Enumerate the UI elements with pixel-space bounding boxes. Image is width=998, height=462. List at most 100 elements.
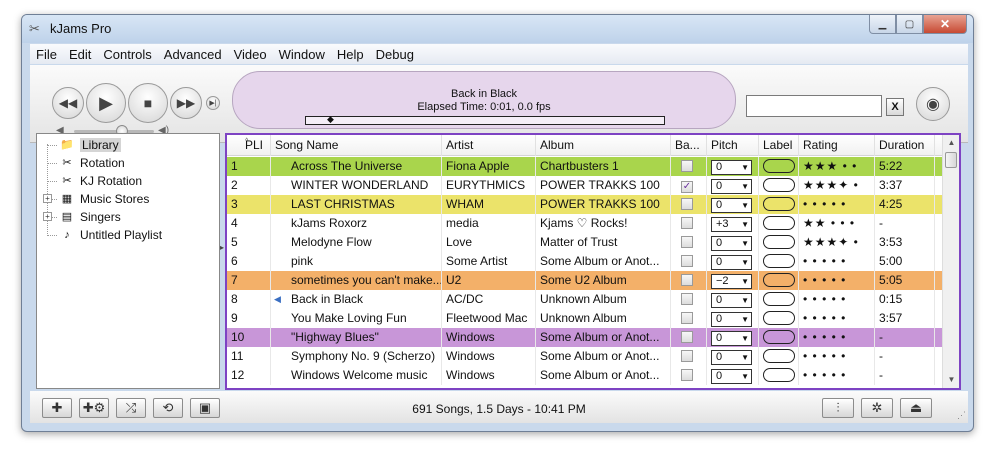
table-row[interactable]: 4 kJams Roxorz mediaKjams ♡ Rocks! +3 ★★ • •… bbox=[227, 214, 943, 233]
rating-stars[interactable]: • • • • • bbox=[799, 271, 875, 290]
menu-controls[interactable]: Controls bbox=[97, 47, 157, 62]
splitter-grip-icon[interactable]: ▸ bbox=[220, 243, 224, 252]
table-row[interactable]: 1 Across The Universe Fiona Apple Chartbust… bbox=[227, 157, 943, 176]
pitch-dropdown[interactable]: −2 bbox=[711, 274, 752, 289]
menu-file[interactable]: File bbox=[30, 47, 63, 62]
tree-expand-icon[interactable]: + bbox=[43, 212, 52, 221]
rating-stars[interactable]: ★★★✦ • bbox=[799, 176, 875, 195]
visualizer-button[interactable]: ◉ bbox=[916, 87, 950, 121]
pitch-dropdown[interactable]: 0 bbox=[711, 350, 752, 365]
label-color-swatch[interactable] bbox=[763, 254, 795, 268]
playhead-diamond-icon[interactable]: ◆ bbox=[327, 114, 334, 125]
pitch-dropdown[interactable]: 0 bbox=[711, 160, 752, 175]
rating-stars[interactable]: ★★★ • • bbox=[799, 157, 875, 176]
label-color-swatch[interactable] bbox=[763, 178, 795, 192]
sidebar-item-rotation[interactable]: ✂ Rotation bbox=[59, 154, 124, 172]
background-checkbox[interactable] bbox=[681, 312, 693, 324]
pitch-dropdown[interactable]: 0 bbox=[711, 293, 752, 308]
label-color-swatch[interactable] bbox=[763, 216, 795, 230]
search-clear-button[interactable]: X bbox=[886, 98, 904, 116]
rating-stars[interactable]: • • • • • bbox=[799, 309, 875, 328]
maximize-button[interactable]: ▢ bbox=[896, 15, 923, 34]
menu-window[interactable]: Window bbox=[273, 47, 331, 62]
rating-stars[interactable]: ★★ • • • bbox=[799, 214, 875, 233]
menu-debug[interactable]: Debug bbox=[370, 47, 420, 62]
label-color-swatch[interactable] bbox=[763, 311, 795, 325]
column-header-pitch[interactable]: Pitch bbox=[707, 135, 759, 156]
scroll-up-icon[interactable]: ▲ bbox=[943, 135, 959, 151]
menu-edit[interactable]: Edit bbox=[63, 47, 97, 62]
table-row[interactable]: 10 "Highway Blues" Windows Some Album or An… bbox=[227, 328, 943, 347]
label-color-swatch[interactable] bbox=[763, 235, 795, 249]
sidebar-item-music-stores[interactable]: ▦ Music Stores bbox=[59, 190, 150, 208]
rating-stars[interactable]: • • • • • bbox=[799, 195, 875, 214]
background-checkbox[interactable]: ✓ bbox=[681, 181, 693, 193]
sidebar-item-kj-rotation[interactable]: ✂ KJ Rotation bbox=[59, 172, 142, 190]
pitch-dropdown[interactable]: +3 bbox=[711, 217, 752, 232]
pitch-dropdown[interactable]: 0 bbox=[711, 198, 752, 213]
fast-forward-button[interactable]: ▶▶ bbox=[170, 87, 202, 119]
table-row[interactable]: 9 You Make Loving Fun Fleetwood Mac Unknown… bbox=[227, 309, 943, 328]
pitch-dropdown[interactable]: 0 bbox=[711, 331, 752, 346]
rating-stars[interactable]: • • • • • bbox=[799, 328, 875, 347]
equalizer-button[interactable]: ⫶ bbox=[822, 398, 854, 418]
menu-help[interactable]: Help bbox=[331, 47, 370, 62]
label-color-swatch[interactable] bbox=[763, 273, 795, 287]
search-input[interactable] bbox=[746, 95, 882, 117]
title-bar[interactable]: ✂ kJams Pro ▁ ▢ ✕ bbox=[22, 15, 973, 43]
resize-grip-icon[interactable]: ⋰ bbox=[957, 410, 966, 421]
rating-stars[interactable]: ★★★✦ • bbox=[799, 233, 875, 252]
background-checkbox[interactable] bbox=[681, 293, 693, 305]
playback-progress-bar[interactable]: ◆ bbox=[305, 114, 665, 125]
rewind-button[interactable]: ◀◀ bbox=[52, 87, 84, 119]
pitch-dropdown[interactable]: 0 bbox=[711, 369, 752, 384]
table-row[interactable]: 5 Melodyne Flow LoveMatter of Trust 0 ★★★✦ •… bbox=[227, 233, 943, 252]
label-color-swatch[interactable] bbox=[763, 330, 795, 344]
table-row[interactable]: 12 Windows Welcome music Windows Some Album… bbox=[227, 366, 943, 385]
label-color-swatch[interactable] bbox=[763, 349, 795, 363]
pitch-dropdown[interactable]: 0 bbox=[711, 236, 752, 251]
rating-stars[interactable]: • • • • • bbox=[799, 366, 875, 385]
background-checkbox[interactable] bbox=[681, 350, 693, 362]
table-row[interactable]: 7 sometimes you can't make... U2 Some U2 Al… bbox=[227, 271, 943, 290]
close-window-button[interactable]: ✕ bbox=[923, 15, 967, 34]
table-row[interactable]: 8◀ Back in Black AC/DCUnknown Album 0 • • • … bbox=[227, 290, 943, 309]
sidebar-item-singers[interactable]: ▤ Singers bbox=[59, 208, 121, 226]
background-checkbox[interactable] bbox=[681, 217, 693, 229]
scroll-down-icon[interactable]: ▼ bbox=[943, 372, 959, 388]
label-color-swatch[interactable] bbox=[763, 368, 795, 382]
column-header-pli[interactable]: PLI ^ bbox=[227, 135, 271, 156]
background-checkbox[interactable] bbox=[681, 198, 693, 210]
column-header-song-name[interactable]: Song Name bbox=[271, 135, 442, 156]
sidebar-item-library[interactable]: 📁 Library bbox=[59, 136, 121, 154]
table-row[interactable]: 11 Symphony No. 9 (Scherzo) Windows Some Al… bbox=[227, 347, 943, 366]
menu-advanced[interactable]: Advanced bbox=[158, 47, 228, 62]
background-checkbox[interactable] bbox=[681, 331, 693, 343]
column-header-album[interactable]: Album bbox=[536, 135, 671, 156]
pitch-dropdown[interactable]: 0 bbox=[711, 255, 752, 270]
background-checkbox[interactable] bbox=[681, 274, 693, 286]
background-checkbox[interactable] bbox=[681, 369, 693, 381]
sidebar-item-untitled-playlist[interactable]: ♪ Untitled Playlist bbox=[59, 226, 162, 244]
rating-stars[interactable]: • • • • • bbox=[799, 347, 875, 366]
table-scrollbar[interactable]: ▲ ▼ bbox=[942, 135, 959, 388]
table-row[interactable]: 6 pink Some ArtistSome Album or Anot... 0 • … bbox=[227, 252, 943, 271]
rating-stars[interactable]: • • • • • bbox=[799, 252, 875, 271]
scroll-thumb[interactable] bbox=[945, 152, 957, 168]
column-header-duration[interactable]: Duration bbox=[875, 135, 935, 156]
label-color-swatch[interactable] bbox=[763, 292, 795, 306]
table-row[interactable]: 3 LAST CHRISTMAS WHAMPOWER TRAKKS 100 0 • • … bbox=[227, 195, 943, 214]
column-header-label[interactable]: Label bbox=[759, 135, 799, 156]
background-checkbox[interactable] bbox=[681, 255, 693, 267]
visual-effects-button[interactable]: ✲ bbox=[861, 398, 893, 418]
skip-next-button[interactable]: ▶| bbox=[206, 96, 220, 110]
pitch-dropdown[interactable]: 0 bbox=[711, 179, 752, 194]
pitch-dropdown[interactable]: 0 bbox=[711, 312, 752, 327]
column-header-background[interactable]: Ba... bbox=[671, 135, 707, 156]
background-checkbox[interactable] bbox=[681, 160, 693, 172]
eject-button[interactable]: ⏏ bbox=[900, 398, 932, 418]
label-color-swatch[interactable] bbox=[763, 159, 795, 173]
tree-expand-icon[interactable]: + bbox=[43, 194, 52, 203]
label-color-swatch[interactable] bbox=[763, 197, 795, 211]
background-checkbox[interactable] bbox=[681, 236, 693, 248]
